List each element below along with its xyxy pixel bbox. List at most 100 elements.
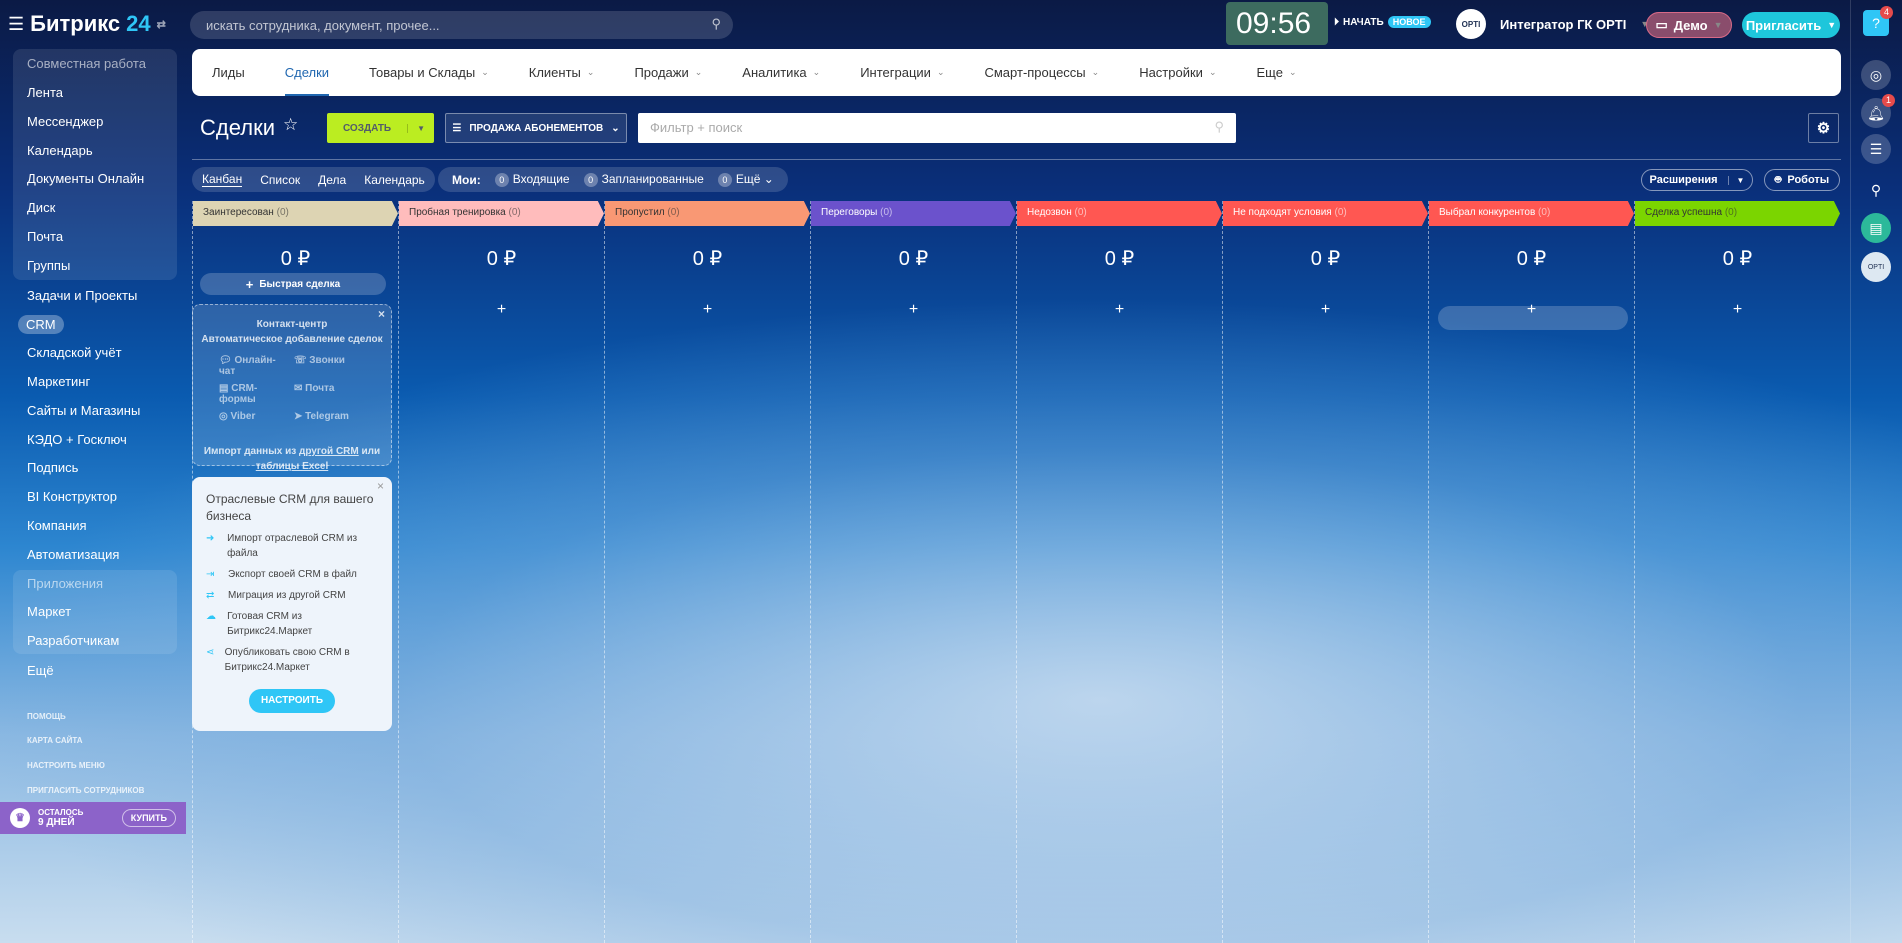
invite-button[interactable]: Пригласить ▼ [1742,12,1840,38]
nav-settings[interactable]: Настройки ⌄ [1139,49,1216,96]
invite-employees-link[interactable]: ПРИГЛАСИТЬ СОТРУДНИКОВ [27,786,144,795]
logo[interactable]: ☰ Битрикс 24 ⇄ [8,11,166,37]
sidebar-item-crm[interactable]: CRM [18,315,64,334]
configure-menu-link[interactable]: НАСТРОИТЬ МЕНЮ [27,761,105,770]
nav-more[interactable]: Еще ⌄ [1256,49,1296,96]
add-deal-button[interactable]: + [1223,301,1428,319]
add-deal-button[interactable]: + [1017,301,1222,319]
export-item[interactable]: ⇥ Экспорт своей CRM в файл [206,567,378,582]
tab-calendar[interactable]: Календарь [364,173,425,187]
sidebar-item-disk[interactable]: Диск [27,200,55,215]
sidebar-item-warehouse[interactable]: Складской учёт [27,345,122,360]
nav-integrations[interactable]: Интеграции ⌄ [860,49,944,96]
channel-telegram[interactable]: ➤ Telegram [294,411,365,422]
channel-mail[interactable]: ✉ Почта [294,383,365,405]
create-button[interactable]: СОЗДАТЬ ▼ [327,113,434,143]
buy-button[interactable]: КУПИТЬ [121,809,176,827]
column-header[interactable]: Пропустил (0) [605,201,810,226]
bell-icon[interactable]: 🔔︎ 1 [1861,94,1895,128]
settings-toggle-icon[interactable]: ⇄ [157,18,166,31]
counter-planned[interactable]: 0 Запланированные [583,172,704,187]
migration-item[interactable]: ⇄ Миграция из другой CRM [206,588,378,603]
nav-products[interactable]: Товары и Склады ⌄ [369,49,489,96]
channel-crm-forms[interactable]: ▤ CRM-формы [219,383,290,405]
nav-smart-processes[interactable]: Смарт-процессы ⌄ [984,49,1099,96]
import-item[interactable]: ➜ Импорт отраслевой CRM из файла [206,531,378,561]
sidebar-item-messenger[interactable]: Мессенджер [27,114,103,129]
excel-link[interactable]: таблицы Excel [256,461,329,472]
sidebar-item-more[interactable]: Ещё [27,663,54,678]
tab-kanban[interactable]: Канбан [202,172,243,187]
document-icon[interactable]: ▤ [1861,213,1891,243]
close-icon[interactable]: × [378,307,385,321]
chat-icon[interactable]: ☰ [1861,134,1891,164]
column-header[interactable]: Выбрал конкурентов (0) [1429,201,1634,226]
sidebar-item-feed[interactable]: Лента [27,85,63,100]
sidebar-item-marketing[interactable]: Маркетинг [27,374,90,389]
global-search-input[interactable]: искать сотрудника, документ, прочее... ⚲ [190,11,733,39]
sidebar-item-sites[interactable]: Сайты и Магазины [27,403,140,418]
sidebar-item-docs[interactable]: Документы Онлайн [27,171,144,186]
close-icon[interactable]: × [377,479,384,493]
column-header[interactable]: Переговоры (0) [811,201,1016,226]
sidebar-item-developers[interactable]: Разработчикам [27,633,119,648]
configure-button[interactable]: НАСТРОИТЬ [249,689,335,713]
sitemap-link[interactable]: КАРТА САЙТА [27,736,83,745]
star-icon[interactable]: ☆ [283,115,298,141]
tab-list[interactable]: Список [260,173,300,187]
sidebar-item-automation[interactable]: Автоматизация [27,547,119,562]
sidebar-item-sign[interactable]: Подпись [27,460,78,475]
column-header[interactable]: Пробная тренировка (0) [399,201,604,226]
add-deal-button[interactable]: + [1635,301,1840,319]
tab-activities[interactable]: Дела [318,173,346,187]
nav-deals[interactable]: Сделки [284,49,330,96]
column-header[interactable]: Заинтересован (0) [193,201,398,226]
nav-analytics[interactable]: Аналитика ⌄ [742,49,820,96]
counter-incoming[interactable]: 0 Входящие [494,172,570,187]
help-link[interactable]: ПОМОЩЬ [27,712,66,721]
chevron-down-icon[interactable]: ▼ [407,123,434,133]
sidebar-item-kedo[interactable]: КЭДО + Госключ [27,432,127,447]
column-header[interactable]: Не подходят условия (0) [1223,201,1428,226]
column-header[interactable]: Сделка успешна (0) [1635,201,1840,226]
work-time-widget[interactable]: 09:56 [1226,2,1328,45]
nav-leads[interactable]: Лиды [212,49,245,96]
add-deal-button[interactable]: + [399,301,604,319]
channel-calls[interactable]: ☏ Звонки [294,355,365,377]
publish-item[interactable]: ⋖ Опубликовать свою CRM в Битрикс24.Марке… [206,645,378,675]
extensions-button[interactable]: Расширения ▼ [1641,169,1753,191]
chevron-down-icon[interactable]: ▼ [1727,175,1744,185]
add-deal-button[interactable]: + [605,301,810,319]
sidebar-group-apps[interactable]: Приложения [27,576,103,591]
other-crm-link[interactable]: другой CRM [299,446,359,457]
sidebar-item-bi[interactable]: BI Конструктор [27,489,117,504]
demo-button[interactable]: ▭ Демо ▼ [1646,12,1732,38]
sidebar-item-groups[interactable]: Группы [27,258,70,273]
start-workday-button[interactable]: ⏵ НАЧАТЬ НОВОЕ [1334,16,1431,28]
sidebar-group-collab[interactable]: Совместная работа [27,56,146,71]
user-menu[interactable]: OPTI Интегратор ГК OPTI ▼ [1456,9,1649,39]
search-icon[interactable]: ⚲ [1214,119,1224,135]
quick-deal-button[interactable]: + Быстрая сделка [200,273,386,295]
sidebar-item-mail[interactable]: Почта [27,229,63,244]
sidebar-item-calendar[interactable]: Календарь [27,143,93,158]
add-deal-button[interactable]: + [811,301,1016,319]
search-icon[interactable]: ⚲ [711,16,721,32]
channel-online-chat[interactable]: 💬︎ Онлайн-чат [219,355,290,377]
add-deal-hover[interactable] [1438,306,1628,330]
sidebar-item-tasks[interactable]: Задачи и Проекты [27,288,137,303]
counter-more[interactable]: 0 Ещё ⌄ [717,172,774,187]
nav-clients[interactable]: Клиенты ⌄ [529,49,595,96]
sidebar-item-company[interactable]: Компания [27,518,87,533]
pipeline-selector[interactable]: ☰ ПРОДАЖА АБОНЕМЕНТОВ ⌄ [445,113,627,143]
filter-search-input[interactable]: Фильтр + поиск ⚲ [638,113,1236,143]
sidebar-item-market[interactable]: Маркет [27,604,71,619]
market-crm-item[interactable]: ☁ Готовая CRM из Битрикс24.Маркет [206,609,378,639]
column-header[interactable]: Недозвон (0) [1017,201,1222,226]
gear-icon[interactable]: ⚙ [1808,113,1839,143]
nav-sales[interactable]: Продажи ⌄ [634,49,702,96]
robots-button[interactable]: 🤖︎ Роботы [1764,169,1840,191]
search-icon[interactable]: ⚲ [1861,175,1891,205]
help-icon[interactable]: ? 4 [1863,6,1893,36]
menu-icon[interactable]: ☰ [8,14,24,35]
